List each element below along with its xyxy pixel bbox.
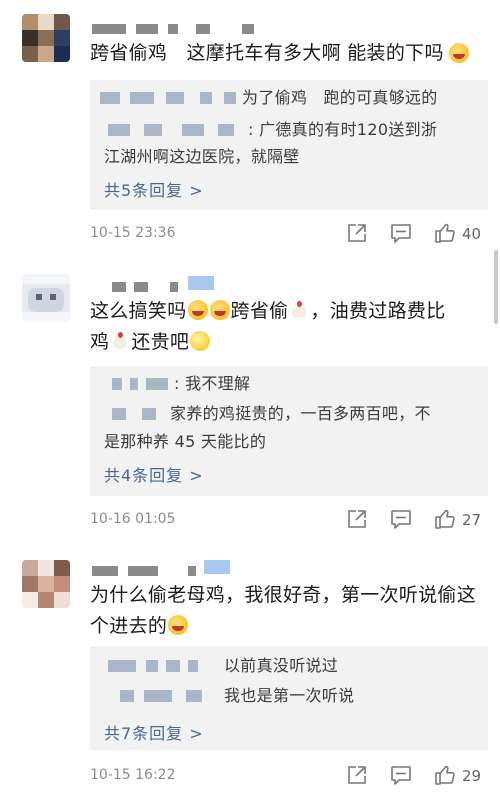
comment-text-part: 鸡 — [90, 331, 110, 353]
comment-text-part: 跨省偷 — [230, 300, 289, 322]
chicken-emoji-icon — [289, 300, 309, 320]
reply-username[interactable] — [108, 124, 258, 138]
comment-meta: 10-16 01:05 27 — [90, 508, 488, 532]
comment-item: 跨省偷鸡 这摩托车有多大啊 能装的下吗 为了偷鸡 跑的可真够远的 : 广德真的有… — [0, 0, 500, 262]
reply-username[interactable] — [108, 660, 198, 674]
laughing-emoji-icon — [209, 300, 230, 320]
comment-meta: 10-15 16:22 29 — [90, 764, 488, 788]
reply-text: 我也是第一次听说 — [224, 686, 355, 705]
like-icon[interactable] — [434, 222, 456, 244]
like-icon[interactable] — [434, 508, 456, 530]
laughing-emoji-icon — [449, 43, 469, 63]
comment-item: 这么搞笑吗 跨省偷 ，油费过路费比鸡还贵吧 : 我不理解 家养的鸡挺贵的，一百多两百… — [0, 262, 500, 542]
comment-date: 10-15 16:22 — [90, 767, 176, 783]
laughing-emoji-icon — [187, 300, 208, 320]
share-icon[interactable] — [346, 764, 368, 786]
reply-username[interactable] — [112, 408, 168, 422]
username[interactable] — [112, 276, 222, 294]
comment-text-part: 这么搞笑吗 — [90, 300, 187, 322]
thinking-emoji-icon — [190, 331, 211, 351]
reply-box[interactable]: 以前真没听说过 我也是第一次听说 共7条回复 > — [90, 646, 488, 750]
reply-text: 以前真没听说过 — [224, 656, 339, 675]
chicken-emoji-icon — [110, 331, 130, 351]
reply-box[interactable]: 为了偷鸡 跑的可真够远的 : 广德真的有时120送到浙 江湖州啊这边医院，就隔壁… — [90, 80, 488, 210]
comment-icon[interactable] — [390, 764, 412, 786]
username[interactable] — [92, 560, 242, 578]
reply-username[interactable] — [120, 690, 210, 704]
reply-username[interactable] — [112, 378, 182, 392]
reply-text: 是那种养 45 天能比的 — [104, 432, 267, 451]
like-icon[interactable] — [434, 764, 456, 786]
view-replies-link[interactable]: 共7条回复 > — [104, 720, 204, 744]
comment-text: 跨省偷鸡 这摩托车有多大啊 能装的下吗 — [90, 42, 444, 64]
comment-date: 10-16 01:05 — [90, 511, 176, 527]
like-count: 40 — [462, 225, 482, 243]
scrollbar[interactable] — [494, 250, 498, 324]
comment-text-part: 为什么偷老母鸡，我很好奇，第一次听说偷这个进去的 — [90, 584, 477, 637]
reply-text: 江湖州啊这边医院，就隔壁 — [104, 147, 300, 166]
comment-text: 为什么偷老母鸡，我很好奇，第一次听说偷这个进去的 — [90, 580, 482, 642]
view-replies-link[interactable]: 共4条回复 > — [104, 462, 204, 486]
username[interactable] — [92, 24, 272, 36]
avatar[interactable] — [22, 274, 70, 322]
reply-text: 家养的鸡挺贵的，一百多两百吧，不 — [170, 404, 431, 423]
comment-text: 这么搞笑吗 跨省偷 ，油费过路费比鸡还贵吧 — [90, 296, 482, 358]
comment-icon[interactable] — [390, 508, 412, 530]
like-count: 27 — [462, 511, 482, 529]
comment-item: 为什么偷老母鸡，我很好奇，第一次听说偷这个进去的 以前真没听说过 我也是第一次听… — [0, 542, 500, 796]
reply-box[interactable]: : 我不理解 家养的鸡挺贵的，一百多两百吧，不 是那种养 45 天能比的 共4条… — [90, 366, 488, 496]
reply-text: : 我不理解 — [174, 374, 251, 393]
comment-text-part: ，油费过路费比 — [310, 300, 446, 322]
avatar[interactable] — [22, 560, 70, 608]
comment-meta: 10-15 23:36 40 — [90, 222, 488, 246]
comment-icon[interactable] — [390, 222, 412, 244]
comment-text-part: 还贵吧 — [131, 331, 190, 353]
reply-username[interactable] — [100, 92, 240, 106]
comment-date: 10-15 23:36 — [90, 225, 176, 241]
reply-text: 为了偷鸡 跑的可真够远的 — [242, 88, 438, 107]
avatar[interactable] — [22, 14, 70, 62]
reply-text: : 广德真的有时120送到浙 — [248, 120, 438, 139]
laughing-emoji-icon — [168, 615, 189, 635]
share-icon[interactable] — [346, 222, 368, 244]
share-icon[interactable] — [346, 508, 368, 530]
view-replies-link[interactable]: 共5条回复 > — [104, 177, 204, 201]
like-count: 29 — [462, 767, 482, 785]
